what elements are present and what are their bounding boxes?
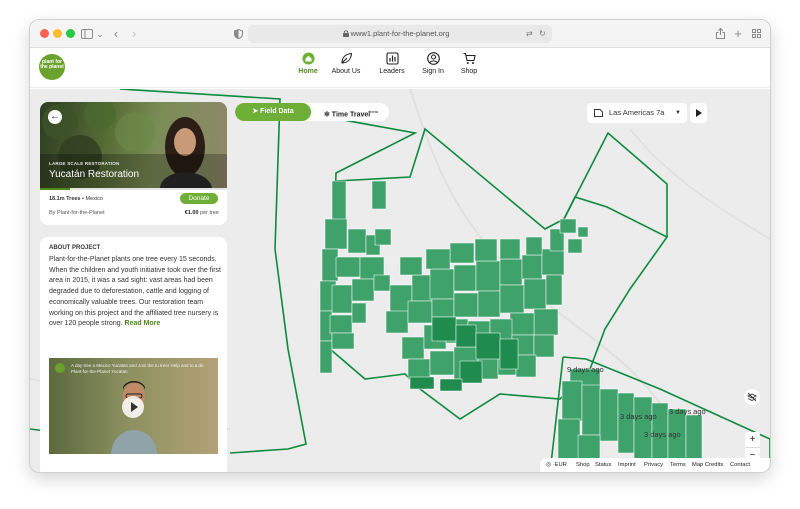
close-window-button[interactable] — [40, 29, 49, 38]
plot-polygons — [319, 180, 703, 472]
nav-home[interactable]: Home — [288, 52, 328, 75]
cart-icon — [463, 52, 476, 64]
footer-link-imprint[interactable]: Imprint — [618, 458, 636, 472]
nav-leaders-label: Leaders — [379, 68, 405, 75]
plot-date-label: 3 days ago — [644, 430, 681, 439]
nav-home-label: Home — [298, 68, 318, 75]
time-travel-tab[interactable]: ✲ Time Travelbeta — [313, 103, 389, 121]
layers-toggle-icon[interactable] — [744, 389, 760, 405]
footer-links-bar: ◎ · EUR Shop Status Imprint Privacy Term… — [540, 458, 770, 472]
user-icon — [426, 52, 440, 65]
footer-link-privacy[interactable]: Privacy — [644, 458, 663, 472]
footer-link-terms[interactable]: Terms — [670, 458, 686, 472]
nav-about-us[interactable]: About Us — [326, 52, 366, 75]
leaf-icon — [340, 52, 352, 64]
back-arrow-icon[interactable]: ← — [48, 110, 62, 124]
chevron-down-icon: ▼ — [675, 110, 681, 116]
back-icon[interactable]: ‹ — [110, 25, 122, 43]
logo-text: plant for the planet — [40, 59, 64, 70]
site-polygon-icon — [594, 109, 603, 117]
about-text: Plant-for-the-Planet plants one tree eve… — [49, 256, 221, 328]
price-unit: per tree — [200, 210, 219, 216]
url-text: www1.plant-for-the-planet.org — [350, 29, 450, 38]
video-caption: A day tree a Mexico Yucatan and Join the… — [71, 363, 204, 374]
site-header: plant for the planet Home About Us Leade… — [30, 48, 770, 88]
chevron-down-icon[interactable]: ⌄ — [96, 25, 104, 43]
browser-toolbar: ⌄ ‹ › www1.plant-for-the-planet.org ⇄ ↻ … — [30, 20, 770, 48]
currency-selector[interactable]: ◎ · EUR — [546, 458, 567, 472]
share-icon[interactable] — [714, 25, 726, 43]
nav-leaders[interactable]: Leaders — [372, 52, 412, 75]
project-owner: By Plant-for-the-Planet — [49, 210, 105, 216]
sidebar-toggle-icon[interactable] — [80, 25, 94, 43]
minimize-window-button[interactable] — [53, 29, 62, 38]
read-more-link[interactable]: Read More — [125, 320, 161, 327]
about-title: ABOUT PROJECT — [49, 245, 101, 251]
footer-link-shop[interactable]: Shop — [576, 458, 590, 472]
about-description: Plant-for-the-Planet plants one tree eve… — [49, 255, 221, 330]
project-map[interactable]: ← LARGE SCALE RESTORATION Yucatán Restor… — [30, 89, 770, 472]
project-progress-bar — [40, 188, 227, 190]
tree-count-value: 18.1m Trees — [49, 196, 81, 202]
forward-icon[interactable]: › — [128, 25, 140, 43]
footer-link-map-credits[interactable]: Map Credits — [692, 458, 723, 472]
home-icon — [302, 52, 314, 65]
price-value: €1.00 — [184, 210, 199, 216]
site-select[interactable]: Las Americas 7a ▼ — [587, 103, 687, 123]
tab-overview-icon[interactable] — [750, 25, 762, 43]
play-video-icon[interactable] — [122, 396, 144, 418]
project-card: ← LARGE SCALE RESTORATION Yucatán Restor… — [40, 102, 227, 225]
currency-label: EUR — [554, 462, 567, 468]
privacy-shield-icon[interactable] — [232, 25, 244, 43]
project-title: Yucatán Restoration — [49, 169, 140, 180]
maximize-window-button[interactable] — [66, 29, 75, 38]
address-bar[interactable]: www1.plant-for-the-planet.org ⇄ ↻ — [248, 25, 552, 43]
project-tree-count: 18.1m Trees • Mexico — [49, 196, 103, 202]
donate-button[interactable]: Donate — [180, 193, 218, 204]
nav-shop-label: Shop — [460, 68, 478, 75]
footer-link-contact[interactable]: Contact — [730, 458, 750, 472]
tree-price: €1.00 per tree — [185, 210, 219, 216]
nav-sign-in[interactable]: Sign In — [413, 52, 453, 75]
leaderboard-icon — [385, 52, 399, 65]
project-category: LARGE SCALE RESTORATION — [49, 161, 120, 166]
footer-link-status[interactable]: Status — [595, 458, 611, 472]
site-select-value: Las Americas 7a — [609, 108, 665, 117]
browser-window: ⌄ ‹ › www1.plant-for-the-planet.org ⇄ ↻ … — [30, 20, 770, 472]
zoom-in-button[interactable]: + — [745, 432, 760, 447]
map-mode-toggle: ➤ Field Data ✲ Time Travelbeta — [235, 103, 389, 121]
play-sites-button[interactable] — [690, 103, 707, 123]
plot-date-label: 3 days ago — [620, 412, 657, 421]
project-progress-fill — [40, 188, 70, 190]
time-travel-label: Time Travel — [331, 111, 371, 119]
about-project-card: ABOUT PROJECT Plant-for-the-Planet plant… — [40, 237, 227, 472]
project-video[interactable]: A day tree a Mexico Yucatan and Join the… — [49, 358, 218, 454]
translate-icon[interactable]: ⇄ — [526, 25, 533, 43]
field-data-tab[interactable]: ➤ Field Data — [235, 103, 311, 121]
channel-avatar — [55, 363, 65, 373]
field-data-label: Field Data — [260, 108, 294, 115]
reload-icon[interactable]: ↻ — [539, 25, 546, 43]
plot-date-label: 3 days ago — [669, 407, 706, 416]
plot-date-label: 9 days ago — [567, 365, 604, 374]
nav-shop[interactable]: Shop — [449, 52, 489, 75]
new-tab-icon[interactable]: + — [732, 25, 744, 43]
project-country: Mexico — [85, 196, 103, 202]
nav-about-us-label: About Us — [331, 68, 361, 75]
beta-badge: beta — [370, 109, 378, 114]
nav-sign-in-label: Sign In — [422, 68, 444, 75]
